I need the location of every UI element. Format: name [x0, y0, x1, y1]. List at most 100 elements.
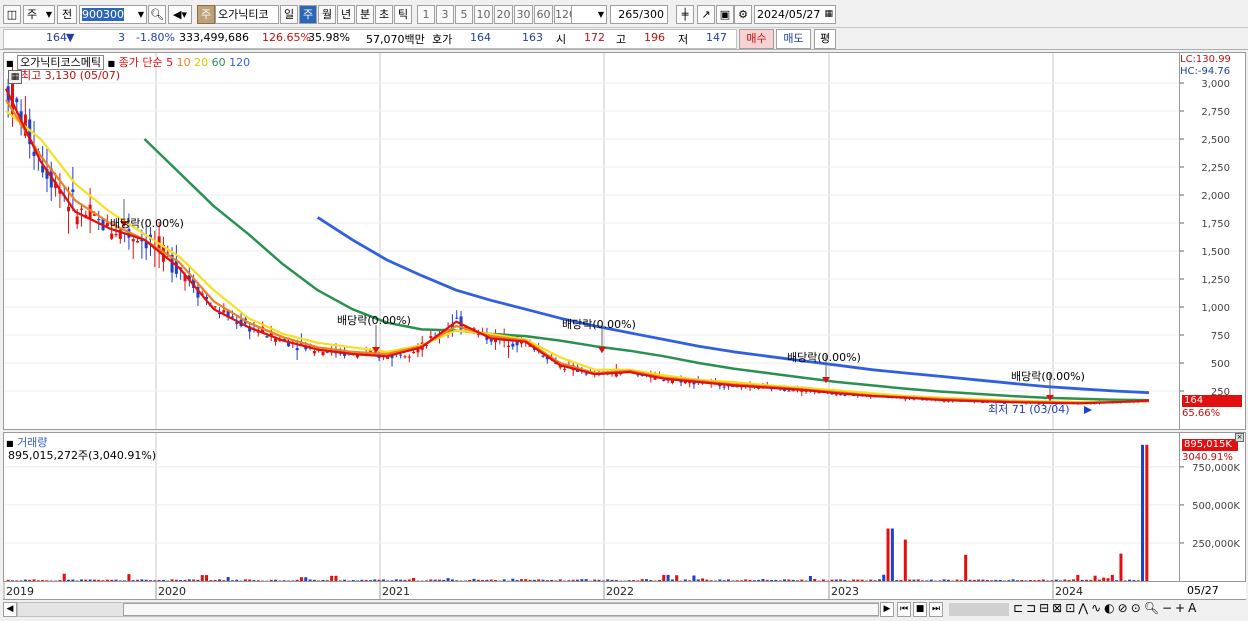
multiplier-button[interactable]: 1 [417, 5, 435, 24]
volume-bar [476, 579, 480, 581]
volume-bar [558, 579, 562, 581]
close-icon[interactable]: × [1235, 433, 1244, 442]
quote-bar: 164 ▼ 3 -1.80% 333,499,686 126.65% 35.98… [0, 28, 1248, 50]
period-button[interactable]: 년 [337, 5, 355, 24]
volume-bar [84, 579, 88, 581]
volume-bar [895, 580, 899, 581]
rewind-icon[interactable]: ⏮ [897, 602, 911, 617]
volume-bar [28, 579, 32, 581]
volume-bar [144, 579, 148, 581]
multiplier-button[interactable]: 60 [534, 5, 553, 24]
candle-icon[interactable]: ╪ [676, 5, 694, 24]
price-axis[interactable]: 250 500 750 1,000 1,250 1,500 1,750 2,000 2,250 2… [1180, 52, 1246, 430]
volume-bar [528, 579, 532, 581]
volume-bar [1011, 579, 1015, 581]
prev-button[interactable]: 전 [57, 5, 77, 24]
period-button[interactable]: 주 [299, 5, 317, 24]
period-select[interactable]: 주 ▼ [23, 5, 55, 24]
volume-bar [1076, 574, 1080, 581]
volume-bar [1110, 574, 1114, 581]
price-tick-label: 1,500 [1201, 247, 1230, 258]
volume-bar [494, 579, 498, 581]
volume-bar [446, 578, 450, 581]
drawing-tools[interactable]: ⊏⊐⊟⊠⊡⋀∿◐⊘⊙🔍︎−+A [1013, 601, 1199, 615]
volume-bar [71, 579, 75, 581]
volume-bar [705, 579, 709, 581]
volume-bar [136, 579, 140, 581]
year-label: 2023 [831, 585, 859, 598]
period-button[interactable]: 월 [318, 5, 336, 24]
candle-body [114, 233, 118, 236]
volume-bar [338, 580, 342, 581]
candle-body [75, 216, 79, 225]
volume-bar [295, 579, 299, 581]
price-change: 3 [118, 31, 125, 44]
table-icon[interactable]: ▦ [8, 70, 22, 84]
volume-bar [515, 580, 519, 581]
volume-chart-svg [4, 433, 1179, 581]
volume-bar [10, 580, 14, 581]
volume-tag: 895,015K [1182, 439, 1238, 451]
search-icon[interactable]: 🔍︎ [148, 5, 166, 24]
volume-bar [222, 580, 226, 581]
candle-body [455, 317, 459, 319]
multiplier-button[interactable]: 3 [436, 5, 454, 24]
multiplier-button[interactable]: 5 [455, 5, 473, 24]
year-label: 2024 [1055, 585, 1083, 598]
ma120-label: 120 [229, 56, 251, 69]
multiplier-button[interactable]: 20 [494, 5, 513, 24]
multiplier-button[interactable]: 10 [474, 5, 493, 24]
volume-bar [381, 579, 385, 581]
stock-name[interactable]: 오가닉티코 [215, 5, 279, 24]
price-chart[interactable]: ■ 오가닉티코스메틱 ■ 종가 단순 5 10 20 60 120 최고 3,1… [3, 52, 1180, 430]
volume-bar [243, 579, 247, 581]
volume-chart[interactable]: ■ 거래량 895,015,272주(3,040.91%) [3, 432, 1180, 582]
count-input[interactable]: 265/300 [610, 5, 668, 24]
volume-bar [92, 579, 96, 581]
speed-slider[interactable] [949, 603, 1009, 616]
sell-button[interactable]: 매도 [776, 29, 811, 49]
window-icon[interactable]: ◫ [3, 5, 21, 24]
period-button[interactable]: 초 [375, 5, 393, 24]
volume-bar [1141, 444, 1145, 581]
volume-bar [1054, 579, 1058, 581]
ma-line-20 [5, 110, 1150, 404]
gear-icon[interactable]: ⚙ [734, 5, 752, 24]
fast-forward-icon[interactable]: ⏭ [929, 602, 943, 617]
volume-bar [964, 554, 968, 581]
scroll-right-button[interactable]: ▶ [880, 602, 894, 617]
volume-bar [645, 579, 649, 581]
volume-bar [627, 580, 631, 581]
volume-axis[interactable]: 250,000K 500,000K 750,000K 895,015K 3040.9… [1180, 432, 1246, 582]
code-input[interactable]: 900300 ▼ [79, 5, 147, 24]
scroll-left-button[interactable]: ◀ [3, 602, 17, 617]
save-icon[interactable]: ▣ [716, 5, 734, 24]
scrollbar-thumb[interactable] [123, 603, 879, 616]
price-tick-label: 750 [1211, 331, 1230, 342]
flat-button[interactable]: 평 [814, 29, 836, 49]
volume-bar [968, 579, 972, 581]
volume-bar [545, 580, 549, 581]
scrollbar-track[interactable] [17, 602, 879, 617]
period-button[interactable]: 틱 [394, 5, 412, 24]
ma-label: 종가 단순 [118, 56, 163, 69]
volume-bar [321, 579, 325, 581]
period-button[interactable]: 일 [280, 5, 298, 24]
speaker-icon[interactable]: ◀▾ [168, 5, 192, 24]
multiplier-button[interactable]: 30 [514, 5, 533, 24]
buy-button[interactable]: 매수 [739, 29, 774, 49]
candle-body [265, 336, 269, 338]
volume-bar [364, 579, 368, 581]
volume-bar [1020, 579, 1024, 581]
volume-bar [821, 579, 825, 581]
price-tick-label: 3,000 [1201, 79, 1230, 90]
period-button[interactable]: 분 [356, 5, 374, 24]
candle-body [429, 336, 433, 339]
multiplier-custom-select[interactable]: ▼ [571, 5, 607, 24]
draw-tool-icon[interactable]: ↗ [697, 5, 715, 24]
volume-bar [735, 580, 739, 581]
year-label: 2020 [158, 585, 186, 598]
date-input[interactable]: 2024/05/27 ▦ [754, 5, 836, 24]
stop-icon[interactable]: ■ [913, 602, 927, 617]
volume-bar [291, 580, 295, 581]
